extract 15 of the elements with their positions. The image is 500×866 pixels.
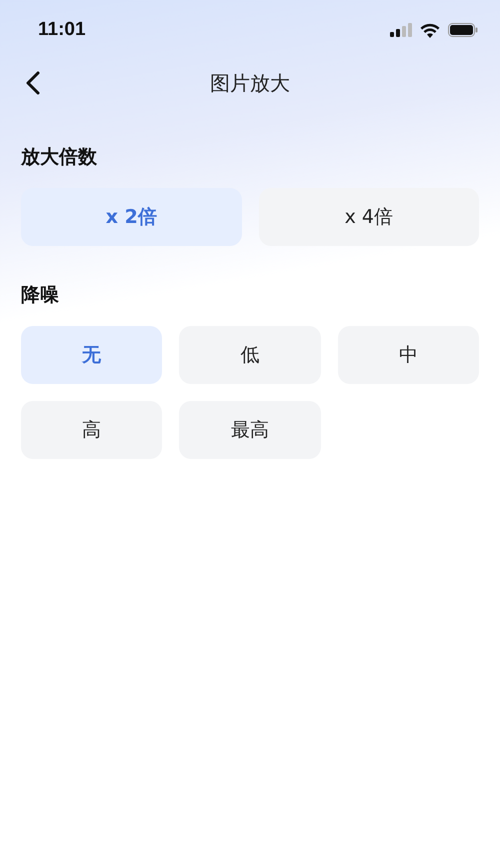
option-button[interactable]: x 2倍 [21,188,242,246]
wifi-icon [420,22,440,38]
option-button[interactable]: 最高 [179,401,321,459]
section-title: 降噪 [21,283,60,308]
option-button[interactable]: 低 [179,326,321,384]
option-button[interactable]: x 4倍 [258,188,479,246]
option-button[interactable]: 中 [338,326,479,384]
status-time: 11:01 [38,19,86,41]
section-title: 放大倍数 [21,145,98,170]
battery-icon [448,23,478,37]
signal-icon [390,23,412,37]
option-button[interactable]: 无 [21,326,162,384]
option-button[interactable]: 高 [21,401,162,459]
page-title: 图片放大 [210,70,290,96]
back-icon [26,71,40,95]
